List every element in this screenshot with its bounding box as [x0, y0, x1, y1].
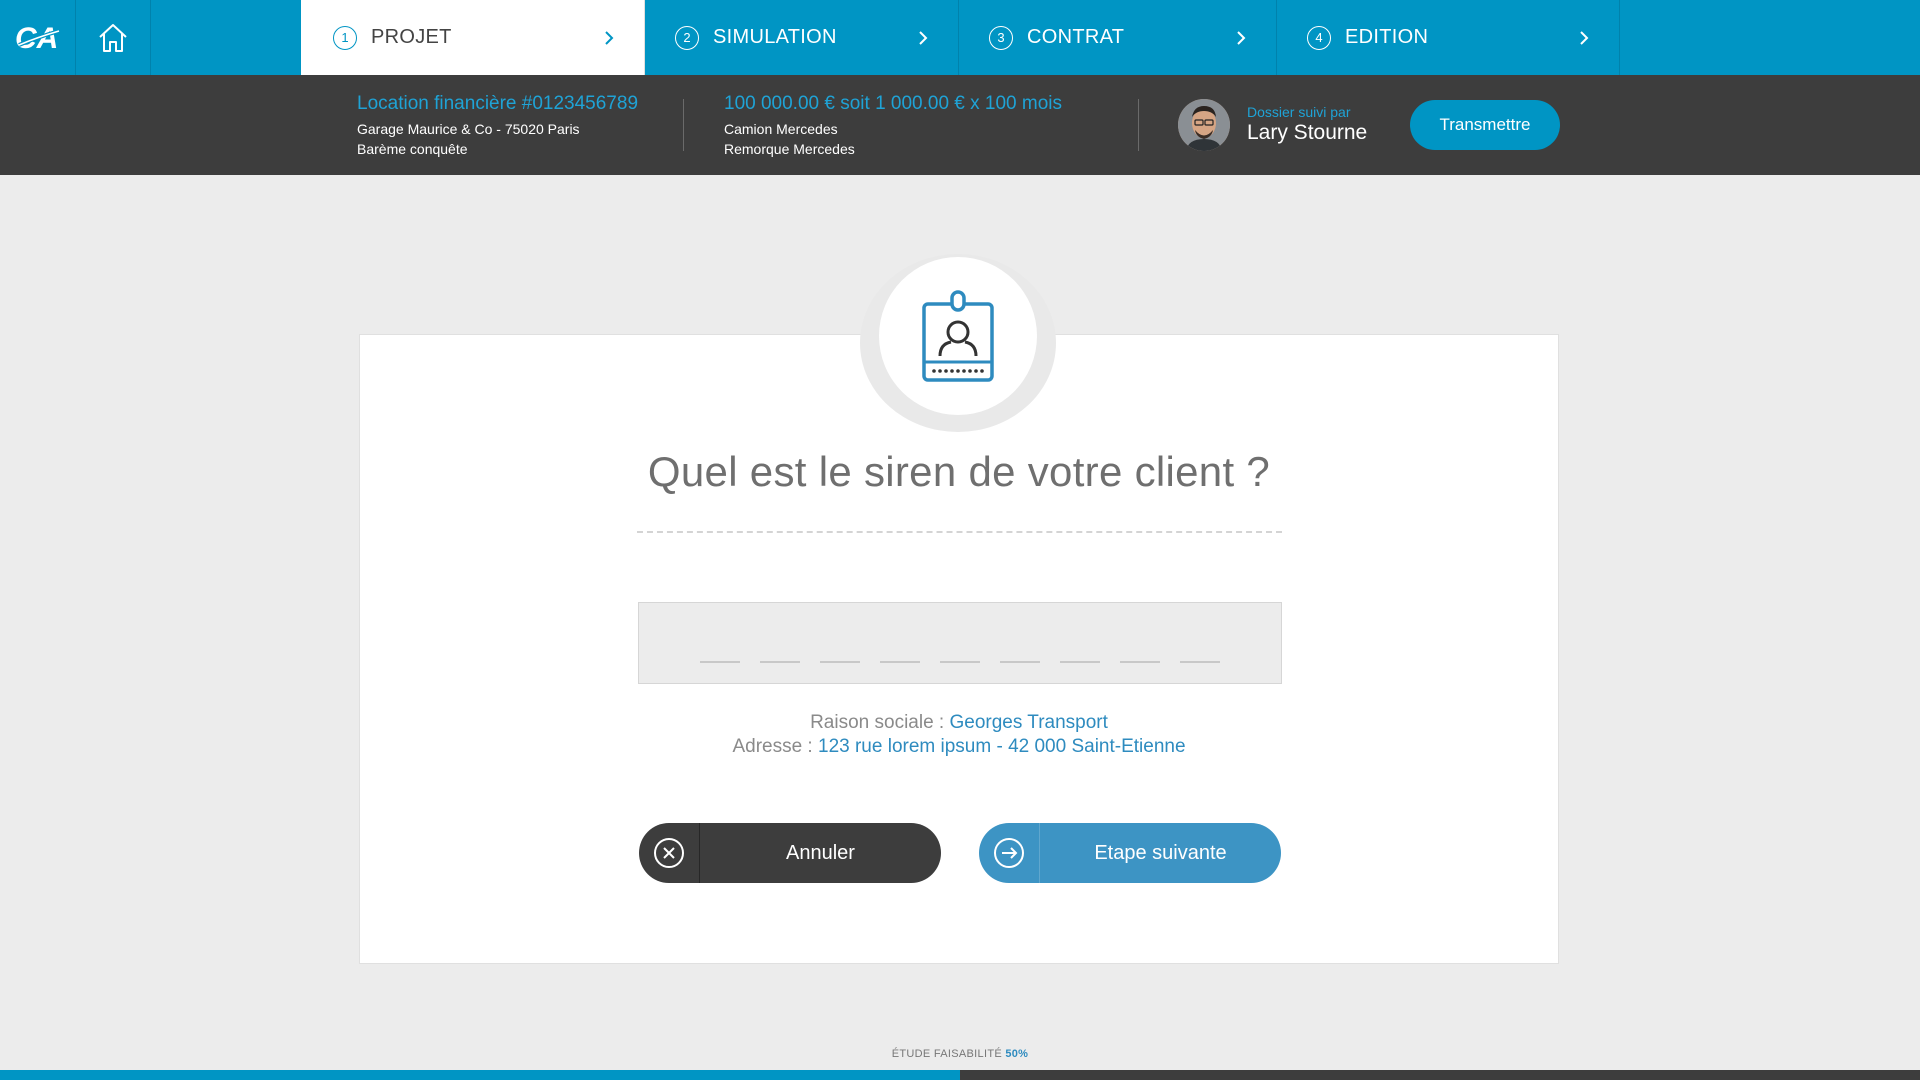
step-number: 4	[1307, 25, 1331, 50]
top-navigation: CA 1 PROJET 2 SIMULATION 3 CONTRAT 4 EDI	[0, 0, 1920, 75]
digit-placeholder	[1060, 661, 1100, 663]
followed-by-name: Lary Stourne	[1247, 121, 1368, 144]
raison-sociale-line: Raison sociale : Georges Transport	[359, 712, 1559, 734]
tab-projet-label: PROJET	[371, 26, 452, 48]
tab-simulation[interactable]: 2 SIMULATION	[645, 0, 959, 75]
project-bareme: Barème conquête	[357, 141, 468, 157]
raison-sociale-label: Raison sociale :	[810, 712, 950, 733]
cancel-button[interactable]: Annuler	[639, 823, 941, 883]
adresse-label: Adresse :	[732, 736, 818, 757]
question-underline	[637, 531, 1282, 533]
divider	[1138, 99, 1139, 151]
siren-question: Quel est le siren de votre client ?	[647, 448, 1271, 495]
ca-logo-icon: CA	[15, 22, 60, 55]
digit-placeholder	[880, 661, 920, 663]
chevron-right-icon	[916, 28, 930, 48]
chevron-right-icon	[602, 28, 616, 48]
cancel-icon-wrap	[639, 823, 700, 883]
chevron-right-icon	[1234, 28, 1248, 48]
feasibility-percent: 50%	[1005, 1048, 1029, 1060]
digit-placeholder	[1000, 661, 1040, 663]
project-summary-bar: Location financière #0123456789 Garage M…	[0, 75, 1920, 175]
tab-contrat-label: CONTRAT	[1027, 26, 1125, 48]
financed-item-2: Remorque Mercedes	[724, 141, 855, 157]
tab-contrat[interactable]: 3 CONTRAT	[959, 0, 1277, 75]
followed-by-label: Dossier suivi par	[1247, 104, 1351, 120]
step-number: 1	[333, 25, 357, 50]
project-client: Garage Maurice & Co - 75020 Paris	[357, 121, 580, 137]
cancel-button-label: Annuler	[786, 841, 855, 864]
arrow-right-circle-icon	[994, 838, 1024, 868]
id-badge-container	[879, 257, 1037, 415]
tab-simulation-label: SIMULATION	[713, 26, 837, 48]
project-title: Location financière #0123456789	[357, 93, 639, 114]
feasibility-status: ÉTUDE FAISABILITÉ 50%	[0, 1048, 1920, 1060]
financing-amount: 100 000.00 € soit 1 000.00 € x 100 mois	[724, 93, 1063, 114]
tab-edition-label: EDITION	[1345, 26, 1429, 48]
digit-placeholder	[820, 661, 860, 663]
financing-info: 100 000.00 € soit 1 000.00 € x 100 mois …	[724, 93, 1062, 159]
raison-sociale-value: Georges Transport	[949, 712, 1108, 733]
next-icon-wrap	[979, 823, 1040, 883]
step-number: 2	[675, 25, 699, 50]
digit-placeholder	[760, 661, 800, 663]
divider	[683, 99, 684, 151]
adresse-value: 123 rue lorem ipsum - 42 000 Saint-Etien…	[818, 736, 1186, 757]
financed-item-1: Camion Mercedes	[724, 121, 838, 137]
brand-logo[interactable]: CA	[0, 0, 76, 75]
close-circle-icon	[654, 838, 684, 868]
adresse-line: Adresse : 123 rue lorem ipsum - 42 000 S…	[359, 736, 1559, 758]
id-badge-icon	[922, 290, 994, 382]
siren-input[interactable]	[638, 602, 1282, 684]
next-step-button[interactable]: Etape suivante	[979, 823, 1281, 883]
project-info: Location financière #0123456789 Garage M…	[357, 93, 638, 159]
user-avatar-icon	[1178, 99, 1230, 151]
tab-edition[interactable]: 4 EDITION	[1277, 0, 1620, 75]
feasibility-label: ÉTUDE FAISABILITÉ	[891, 1048, 1002, 1060]
tab-projet[interactable]: 1 PROJET	[301, 0, 645, 75]
digit-placeholder	[1180, 661, 1220, 663]
step-number: 3	[989, 25, 1013, 50]
progress-fill	[0, 1070, 960, 1080]
transmit-button[interactable]: Transmettre	[1410, 100, 1560, 150]
digit-placeholder	[1120, 661, 1160, 663]
avatar[interactable]	[1178, 99, 1230, 151]
chevron-right-icon	[1577, 28, 1591, 48]
digit-placeholder	[700, 661, 740, 663]
digit-placeholder	[940, 661, 980, 663]
home-button[interactable]	[76, 0, 151, 75]
next-step-button-label: Etape suivante	[1094, 841, 1227, 864]
home-icon	[99, 23, 127, 52]
feasibility-progress-bar	[0, 1070, 1920, 1080]
